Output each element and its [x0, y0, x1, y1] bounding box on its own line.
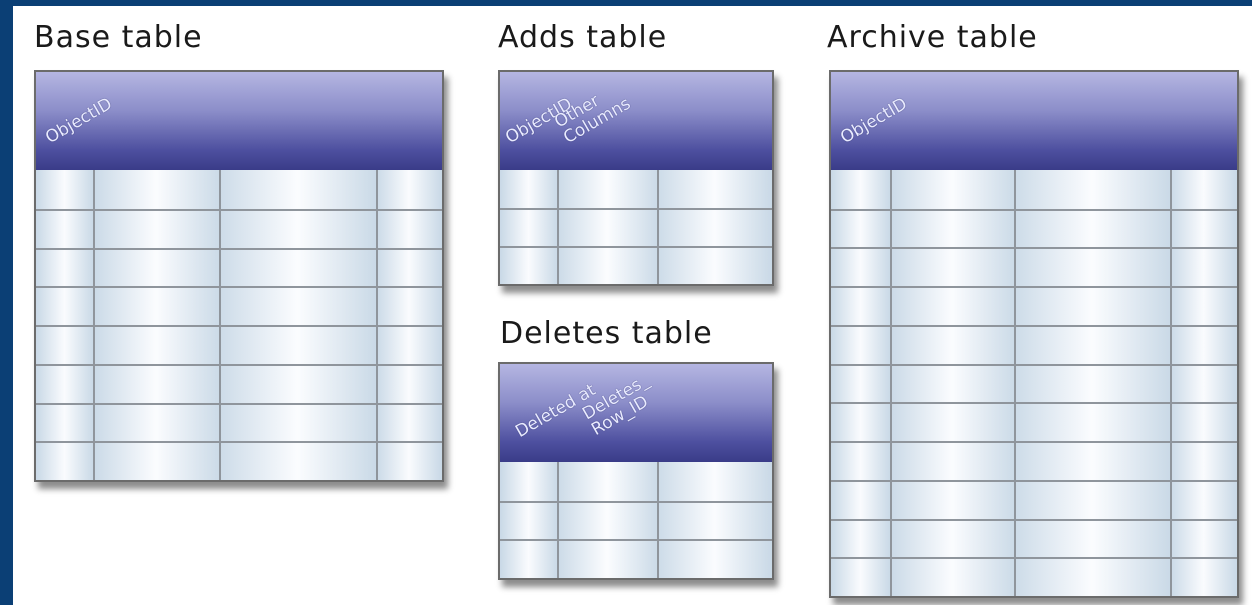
archive-table-caption: Archive table	[827, 20, 1038, 55]
deletes-table-body	[500, 462, 772, 578]
column-band	[500, 170, 557, 284]
deletes-table-caption: Deletes table	[500, 316, 713, 351]
table-column-divider	[1014, 170, 1016, 596]
table-row-divider	[36, 248, 442, 250]
table-column-divider	[93, 170, 95, 480]
adds-col-other-columns: Other Columns	[551, 90, 635, 148]
table-row-divider	[500, 539, 772, 541]
base-table-body	[36, 170, 442, 480]
table-column-divider	[557, 170, 559, 284]
adds-table-body	[500, 170, 772, 284]
table-column-divider	[657, 462, 659, 578]
column-band	[657, 170, 772, 284]
table-column-divider	[557, 462, 559, 578]
base-table-caption: Base table	[34, 20, 203, 55]
column-band	[557, 462, 657, 578]
table-row-divider	[500, 501, 772, 503]
table-column-divider	[657, 170, 659, 284]
table-row-divider	[36, 364, 442, 366]
table-column-divider	[376, 170, 378, 480]
adds-table-caption: Adds table	[498, 20, 668, 55]
table-row-divider	[36, 441, 442, 443]
archive-table-body	[831, 170, 1237, 596]
base-col-objectid: ObjectID	[42, 93, 116, 148]
column-band	[890, 170, 1014, 596]
archive-table-header: ObjectID	[831, 72, 1237, 172]
base-table-header: ObjectID	[36, 72, 442, 172]
table-row-divider	[36, 286, 442, 288]
table-row-divider	[36, 403, 442, 405]
adds-table: ObjectID Other Columns	[498, 70, 774, 286]
adds-table-header: ObjectID Other Columns	[500, 72, 772, 172]
table-column-divider	[1170, 170, 1172, 596]
column-band	[1170, 170, 1237, 596]
column-band	[1014, 170, 1170, 596]
base-table: ObjectID	[34, 70, 444, 482]
deletes-table: Deleted at Deletes_ Row_ID	[498, 362, 774, 580]
table-row-divider	[500, 246, 772, 248]
column-band	[557, 170, 657, 284]
table-column-divider	[890, 170, 892, 596]
table-column-divider	[219, 170, 221, 480]
table-row-divider	[36, 325, 442, 327]
column-band	[657, 462, 772, 578]
column-band	[831, 170, 890, 596]
diagram-canvas: Base table ObjectID Adds table ObjectID …	[13, 0, 1252, 605]
column-band	[500, 462, 557, 578]
deletes-table-header: Deleted at Deletes_ Row_ID	[500, 364, 772, 464]
table-row-divider	[36, 209, 442, 211]
archive-table: ObjectID	[829, 70, 1239, 598]
deletes-col-deletes-row-id: Deletes_ Row_ID	[579, 370, 653, 440]
archive-col-objectid: ObjectID	[837, 93, 911, 148]
table-row-divider	[500, 208, 772, 210]
